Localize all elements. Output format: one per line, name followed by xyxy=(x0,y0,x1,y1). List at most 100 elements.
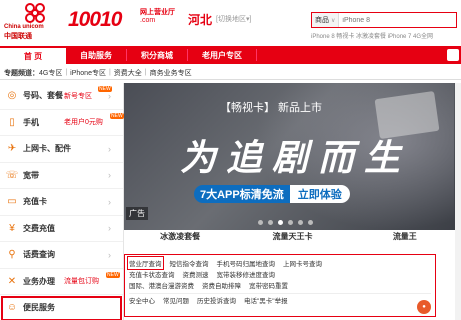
sidebar-item-label: 上网卡、配件 xyxy=(23,144,71,154)
menu-row: 充值卡状态查询 资费测速 宽带装移修进度查询 xyxy=(129,268,431,279)
sidebar-item-topup-cards[interactable]: ▭ 充值卡 › xyxy=(0,189,123,216)
menu-row: 国际、港澳台漫游资费 资费自助排障 宽带密码重置 xyxy=(129,279,431,290)
carousel-dot[interactable] xyxy=(268,220,273,225)
topic-business[interactable]: 商务业务专区 xyxy=(150,68,192,78)
nav-self-service[interactable]: 自助服务 xyxy=(66,49,127,61)
search-input[interactable] xyxy=(339,16,430,24)
chevron-right-icon: › xyxy=(108,90,111,101)
menu-row: 营业厅查询 短信指令查询 手机号码归属地查询 上网卡号查询 xyxy=(127,255,431,270)
sidebar-item-number-plan[interactable]: ◎ 号码、套餐 新号专区 NEW › xyxy=(0,83,123,110)
menu-link-number-location[interactable]: 手机号码归属地查询 xyxy=(217,258,276,268)
menu-link-speedtest[interactable]: 资费测速 xyxy=(183,269,209,279)
card-icon: ▭ xyxy=(7,196,17,208)
floating-badge-icon[interactable]: ● xyxy=(417,300,431,314)
search-category-select[interactable]: 商品 ∨ xyxy=(312,13,340,27)
sidebar-item-label: 宽带 xyxy=(23,170,39,180)
menu-link-store-query[interactable]: 营业厅查询 xyxy=(127,255,164,270)
recharge-icon: ¥ xyxy=(9,222,15,234)
sidebar-item-broadband[interactable]: ☏ 宽带 › xyxy=(0,163,123,189)
phone-icon: ▯ xyxy=(9,116,15,128)
sidebar-item-label: 交费充值 xyxy=(23,223,55,233)
sidebar-promo-link[interactable]: 流量包订购 xyxy=(64,276,99,286)
banner-cta-button[interactable]: 立即体验 xyxy=(289,185,350,203)
topic-iphone[interactable]: iPhone专区 xyxy=(70,68,106,78)
sidebar-item-label: 号码、套餐 xyxy=(23,91,63,101)
router-icon: ✈ xyxy=(7,143,17,155)
chevron-right-icon: › xyxy=(108,196,111,207)
carousel-dot[interactable] xyxy=(288,220,293,225)
chevron-right-icon: › xyxy=(108,249,111,260)
menu-link-security-center[interactable]: 安全中心 xyxy=(129,295,155,305)
service-icon: ✕ xyxy=(7,275,17,287)
china-unicom-logo[interactable]: China unicom 中国联通 xyxy=(4,2,66,42)
logo-en: China unicom xyxy=(4,24,44,30)
ad-label: 广告 xyxy=(126,207,148,220)
nav-home[interactable]: 首 页 xyxy=(0,46,66,64)
sidebar-item-label: 话费查询 xyxy=(23,250,55,260)
nav-extra-button[interactable] xyxy=(447,49,459,61)
brand-10010[interactable]: 10010 xyxy=(68,8,122,32)
carousel-dot-active[interactable] xyxy=(278,220,283,225)
menu-link-topup-status[interactable]: 充值卡状态查询 xyxy=(129,269,175,279)
sidebar-item-bill-query[interactable]: ⚲ 话费查询 › xyxy=(0,242,123,269)
menu-link-complaint-history[interactable]: 历史投诉查询 xyxy=(197,295,236,305)
menu-link-broadband-password[interactable]: 宽带密码重置 xyxy=(249,280,288,290)
logo-cn: 中国联通 xyxy=(4,33,32,40)
menu-link-faq[interactable]: 常见问题 xyxy=(163,295,189,305)
menu-row: 安全中心 常见问题 历史投诉查询 电话"黑卡"举报 xyxy=(129,293,431,305)
new-badge: NEW xyxy=(110,112,124,119)
product-name: 流量天王卡 xyxy=(272,232,313,241)
main-nav: 首 页 自助服务 积分商城 老用户专区 xyxy=(0,46,461,64)
menu-link-self-troubleshoot[interactable]: 资费自助排障 xyxy=(202,280,241,290)
topic-4g[interactable]: 4G专区 xyxy=(39,68,62,78)
topic-channels-label: 专题频道： xyxy=(4,69,39,77)
banner-cta[interactable]: 7大APP标清免流 立即体验 xyxy=(194,185,350,203)
sidebar-item-payment[interactable]: ¥ 交费充值 › xyxy=(0,216,123,242)
menu-link-broadband-progress[interactable]: 宽带装移修进度查询 xyxy=(217,269,276,279)
carousel-dot[interactable] xyxy=(258,220,263,225)
category-sidebar: ◎ 号码、套餐 新号专区 NEW › ▯ 手机 老用户0元购 NEW ✈ 上网卡… xyxy=(0,83,124,320)
brand-online-line2: .com xyxy=(140,17,156,24)
search-hot-words[interactable]: iPhone 8 畅视卡 冰激凌套餐 iPhone 7 4G全网 xyxy=(311,31,433,40)
banner-title: 为追剧而生 xyxy=(180,137,411,178)
menu-link-roaming-rates[interactable]: 国际、港澳台漫游资费 xyxy=(129,280,194,290)
logo-wordmark: China unicom 中国联通 xyxy=(4,24,44,41)
topic-tariffs[interactable]: 资费大全 xyxy=(114,68,142,78)
sidebar-item-datacards[interactable]: ✈ 上网卡、配件 › xyxy=(0,136,123,163)
sidebar-item-convenience[interactable]: ☺ 便民服务 xyxy=(0,295,123,320)
product-name: 冰激凌套餐 xyxy=(160,232,201,241)
chevron-down-icon: ∨ xyxy=(331,17,336,24)
region-name: 河北 xyxy=(188,13,213,27)
people-icon: ☺ xyxy=(6,302,18,314)
sim-icon: ◎ xyxy=(7,90,17,102)
promo-banner[interactable]: 【畅视卡】 新品上市 为追剧而生 7大APP标清免流 立即体验 广告 xyxy=(124,83,455,230)
sidebar-item-label: 业务办理 xyxy=(23,276,55,286)
sidebar-item-business[interactable]: ✕ 业务办理 流量包订购 NEW xyxy=(0,269,123,295)
menu-link-black-card-report[interactable]: 电话"黑卡"举报 xyxy=(244,295,288,305)
banner-subtitle: 【畅视卡】 新品上市 xyxy=(220,102,323,114)
chevron-right-icon: › xyxy=(108,170,111,181)
nav-old-user-zone[interactable]: 老用户专区 xyxy=(188,49,257,61)
banner-cta-left: 7大APP标清免流 xyxy=(194,185,290,203)
sidebar-promo-link[interactable]: 老用户0元购 xyxy=(64,117,103,127)
carousel-dots xyxy=(258,220,313,225)
search-category-label: 商品 xyxy=(315,17,329,24)
unicom-knot-icon xyxy=(25,3,45,23)
brand-online-hall: 网上营业厅 .com xyxy=(140,9,175,25)
sidebar-item-label: 便民服务 xyxy=(23,303,55,313)
right-edge-strip xyxy=(455,83,461,320)
chevron-right-icon: › xyxy=(108,143,111,154)
sidebar-item-label: 充值卡 xyxy=(23,197,47,207)
region-switch-link[interactable]: [切换地区▾] xyxy=(216,14,251,24)
chevron-right-icon: › xyxy=(108,223,111,234)
sidebar-item-phones[interactable]: ▯ 手机 老用户0元购 NEW xyxy=(0,110,124,136)
nav-points-mall[interactable]: 积分商城 xyxy=(127,49,188,61)
menu-link-datacard-query[interactable]: 上网卡号查询 xyxy=(283,258,322,268)
carousel-dot[interactable] xyxy=(308,220,313,225)
topic-channels: 专题频道： 4G专区 | iPhone专区 | 资费大全 | 商务业务专区 xyxy=(0,66,461,80)
carousel-dot[interactable] xyxy=(298,220,303,225)
menu-link-sms-query[interactable]: 短信指令查询 xyxy=(170,258,209,268)
sidebar-promo-link[interactable]: 新号专区 xyxy=(64,91,92,101)
broadband-icon: ☏ xyxy=(5,169,19,181)
brand-online-line1: 网上营业厅 xyxy=(140,9,175,16)
